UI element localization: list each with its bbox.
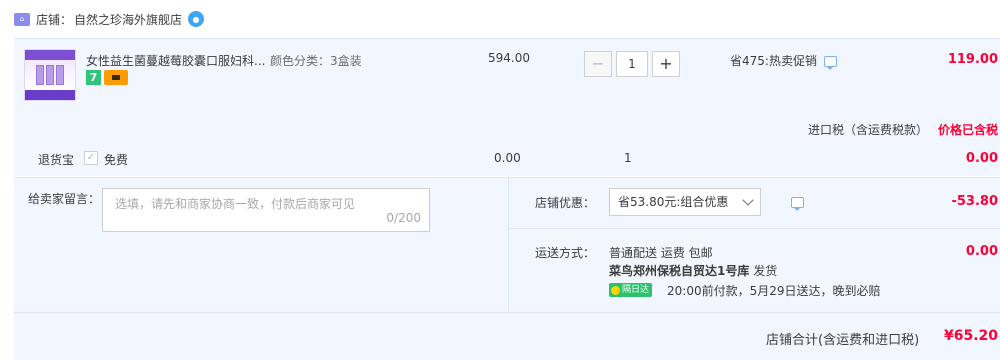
shipping-fee-value: 0.00 [965, 244, 998, 259]
shop-name-link[interactable]: 自然之珍海外旗舰店 [74, 11, 182, 28]
chevron-down-icon [742, 194, 754, 206]
seller-message-placeholder: 选填，请先和商家协商一致，付款后商家可见 [115, 197, 356, 211]
item-total-price: 119.00 [947, 52, 998, 67]
product-title-link[interactable]: 女性益生菌蔓越莓胶囊口服妇科... [86, 52, 265, 69]
seller-message-counter: 0/200 [386, 211, 421, 225]
seller-message-label: 给卖家留言： [28, 192, 101, 206]
shop-header: ⌂ 店铺： 自然之珍海外旗舰店 ● [0, 0, 1000, 38]
wangwang-chat-icon[interactable]: ● [188, 11, 205, 27]
return-insurance-option: 免费 [104, 153, 129, 167]
return-insurance-label: 退货宝 [38, 153, 75, 167]
shop-icon: ⌂ [14, 12, 30, 26]
shop-discount-label: 店铺优惠： [535, 196, 596, 210]
shipping-method: 普通配送 运费 包邮 [609, 246, 713, 260]
discount-info-icon[interactable] [791, 197, 804, 211]
return-insurance-checkbox[interactable]: ✓ [84, 151, 98, 165]
credit-card-icon [104, 70, 128, 85]
seven-day-return-badge: 7 [86, 70, 101, 85]
shipping-label: 运送方式： [535, 246, 596, 260]
product-thumbnail[interactable] [24, 49, 76, 101]
shop-total-value: ¥65.20 [943, 328, 998, 344]
shop-discount-selected: 省53.80元:组合优惠 [618, 195, 729, 209]
order-summary-panel: 给卖家留言： 选填，请先和商家协商一致，付款后商家可见 0/200 店铺优惠： … [14, 177, 1000, 360]
next-day-delivery-badge: 隔日达 [609, 283, 653, 297]
shop-label: 店铺： [36, 12, 73, 27]
product-spec: 颜色分类：3盒装 [270, 54, 362, 68]
shop-discount-value: -53.80 [951, 194, 998, 209]
quantity-increase-button[interactable]: + [652, 51, 680, 77]
seller-message-textarea[interactable]: 选填，请先和商家协商一致，付款后商家可见 0/200 [102, 188, 430, 232]
next-day-delivery-text: 隔日达 [622, 285, 650, 295]
import-tax-value: 价格已含税 [937, 123, 998, 137]
shipping-warehouse: 菜鸟郑州保税自贸达1号库 [609, 264, 750, 278]
promo-text: 省475:热卖促销 [730, 54, 817, 68]
order-options-panel: 店铺优惠： 省53.80元:组合优惠 -53.80 运送方式： 普通配送 运费 … [508, 178, 1000, 312]
return-insurance-price: 0.00 [494, 151, 521, 165]
shipping-dispatch: 发货 [753, 264, 778, 278]
quantity-decrease-button[interactable]: − [584, 51, 612, 77]
shipping-origin: 菜鸟郑州保税自贸达1号库 发货 [609, 262, 777, 279]
return-insurance-total: 0.00 [965, 151, 998, 166]
quantity-input[interactable] [616, 51, 648, 77]
shipping-eta: 20:00前付款，5月29日送达，晚到必赔 [667, 284, 881, 298]
promo-info-icon[interactable] [824, 56, 837, 70]
unit-price: 594.00 [488, 51, 530, 65]
divider [509, 228, 1000, 229]
return-insurance-quantity: 1 [624, 151, 632, 165]
shop-total-label: 店铺合计(含运费和进口税) [766, 333, 920, 348]
shop-discount-select[interactable]: 省53.80元:组合优惠 [609, 188, 761, 216]
divider [14, 312, 1000, 313]
lightning-icon [611, 285, 620, 295]
import-tax-label: 进口税（含运费税款） [808, 123, 929, 137]
